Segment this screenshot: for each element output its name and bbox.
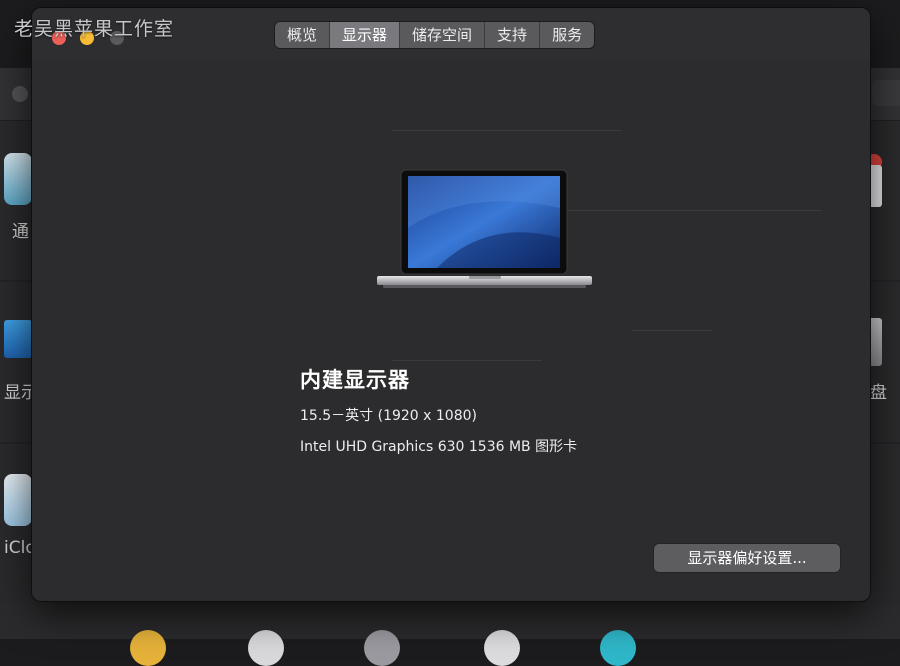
background-pref-icon-general[interactable] <box>4 153 32 205</box>
display-preferences-button[interactable]: 显示器偏好设置... <box>654 544 840 572</box>
background-pref-icon-displays[interactable] <box>4 320 32 358</box>
background-search-field[interactable] <box>872 80 900 106</box>
tab-overview[interactable]: 概览 <box>275 22 331 48</box>
dock-icon-2[interactable] <box>248 630 284 666</box>
decorative-line <box>632 330 712 331</box>
dock-icon-1[interactable] <box>130 630 166 666</box>
background-window-button[interactable] <box>12 86 28 102</box>
tab-support[interactable]: 支持 <box>485 22 541 48</box>
background-pref-label-general: 通 <box>12 222 29 242</box>
segmented-tab-bar: 概览 显示器 储存空间 支持 服务 <box>275 22 595 48</box>
watermark-text: 老吴黑苹果工作室 <box>14 18 175 40</box>
display-name: 内建显示器 <box>300 368 410 392</box>
tab-service[interactable]: 服务 <box>540 22 595 48</box>
decorative-line <box>392 130 622 131</box>
background-pref-label-disk: 盘 <box>870 383 887 403</box>
dock-icon-3[interactable] <box>364 630 400 666</box>
decorative-line <box>552 210 822 211</box>
dock-icon-5[interactable] <box>600 630 636 666</box>
background-pref-icon-icloud[interactable] <box>4 474 32 526</box>
about-this-mac-window: 概览 显示器 储存空间 支持 服务 内建显示器 15.5－英寸 (1920 x … <box>32 8 870 601</box>
background-pref-label-icloud: iClo <box>4 538 36 558</box>
macbook-pro-illustration <box>377 169 592 288</box>
decorative-line <box>392 360 542 361</box>
background-pref-icon-right[interactable] <box>868 165 882 207</box>
dock-icon-4[interactable] <box>484 630 520 666</box>
display-size-resolution: 15.5－英寸 (1920 x 1080) <box>300 408 477 424</box>
tab-storage[interactable]: 储存空间 <box>400 22 486 48</box>
tab-displays[interactable]: 显示器 <box>330 22 401 48</box>
graphics-card-info: Intel UHD Graphics 630 1536 MB 图形卡 <box>300 439 578 455</box>
